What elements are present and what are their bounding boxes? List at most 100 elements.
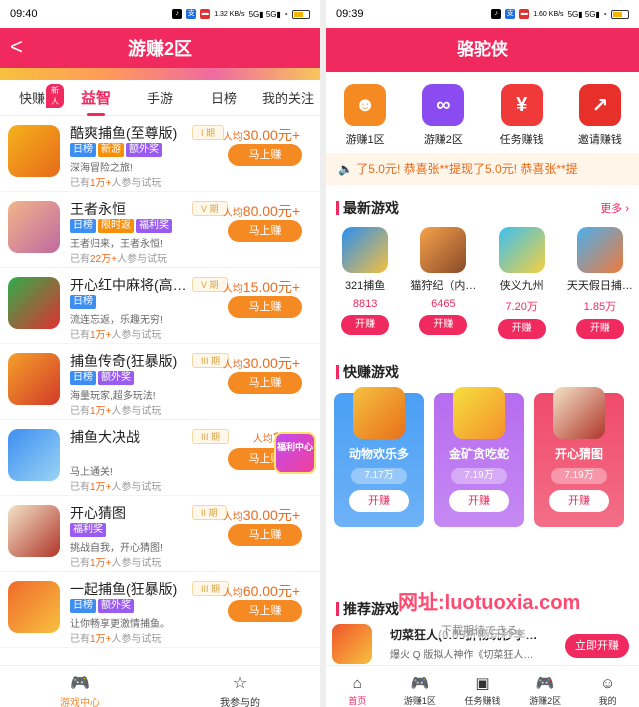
game-item[interactable]: 王者永恒 V 期 日榜 限时返 福利奖 王者归来，王者永恒! 已有22万+人参与试玩… bbox=[0, 192, 320, 268]
game-tag: 日榜 bbox=[70, 295, 96, 309]
game-icon bbox=[8, 201, 60, 253]
game-tag: 新游 bbox=[98, 143, 124, 157]
earn-now-button[interactable]: 马上赚 bbox=[228, 600, 302, 622]
count-prefix: 已有 bbox=[70, 178, 90, 189]
game-icon bbox=[353, 387, 405, 439]
quick-entry[interactable]: ¥ 任务赚钱 bbox=[492, 84, 552, 147]
count-prefix: 已有 bbox=[70, 330, 90, 341]
avg-prefix: 人均 bbox=[222, 512, 243, 523]
participant-count: 已有22万+人参与试玩 bbox=[70, 250, 167, 265]
notice-text: 了5.0元! 恭喜张**提现了5.0元! 恭喜张**提 bbox=[356, 162, 578, 176]
status-time: 09:39 bbox=[336, 8, 364, 20]
participant-count: 已有1万+人参与试玩 bbox=[70, 478, 161, 493]
game-tags: 福利奖 bbox=[70, 523, 106, 537]
game-desc: 流连忘返，乐趣无穷! bbox=[70, 315, 163, 326]
start-earn-button[interactable]: 开赚 bbox=[341, 315, 390, 335]
nav-icon: ▣ bbox=[475, 675, 490, 692]
entry-label: 游赚2区 bbox=[423, 134, 463, 146]
game-item[interactable]: 一起捕鱼(狂暴版) III 期 日榜 额外奖 让你畅享更激情捕鱼。 已有1万+人参… bbox=[0, 572, 320, 648]
latest-game[interactable]: 侠义九州 7.20万 开赚 bbox=[487, 227, 557, 339]
star-icon: ☆ bbox=[232, 675, 248, 692]
count-value: 1万+ bbox=[90, 482, 112, 493]
game-item[interactable]: 捕鱼大决战 III 期 马上通关! 已有1万+人参与试玩 人均20.0 马上赚 bbox=[0, 420, 320, 496]
earn-now-button[interactable]: 马上赚 bbox=[228, 144, 302, 166]
quick-entry[interactable]: ↗ 邀请赚钱 bbox=[570, 84, 630, 147]
earn-now-button[interactable]: 马上赚 bbox=[228, 372, 302, 394]
latest-game[interactable]: 猫狩纪（内… 6465 开赚 bbox=[408, 227, 478, 339]
tab-kuaizhuan[interactable]: 快赚 新人 bbox=[0, 84, 64, 108]
entry-icon: ∞ bbox=[422, 84, 465, 126]
game-desc: 爆火 Q 版拟人神作《切菜狂人… bbox=[390, 650, 534, 661]
game-item[interactable]: 捕鱼传奇(狂暴版) III 期 日榜 额外奖 海量玩家,超多玩法! 已有1万+人参… bbox=[0, 344, 320, 420]
earn-now-button[interactable]: 马上赚 bbox=[228, 524, 302, 546]
tab-ribang[interactable]: 日榜 bbox=[192, 88, 256, 107]
nav-my-participation[interactable]: ☆ 我参与的 bbox=[160, 666, 320, 707]
participant-count: 已有1万+人参与试玩 bbox=[70, 402, 161, 417]
tab-my-follow[interactable]: 我的关注 bbox=[256, 88, 320, 107]
game-list: 酷爽捕鱼(至尊版) I 期 日榜 新游 额外奖 深海冒险之旅! 已有1万+人参与试玩… bbox=[0, 116, 320, 648]
start-earn-button[interactable]: 开赚 bbox=[419, 315, 468, 335]
game-item[interactable]: 酷爽捕鱼(至尊版) I 期 日榜 新游 额外奖 深海冒险之旅! 已有1万+人参与试玩… bbox=[0, 116, 320, 192]
more-link[interactable]: 更多 › bbox=[600, 200, 629, 216]
app-notification-icon: ♪ bbox=[491, 9, 502, 19]
nav-label: 任务赚钱 bbox=[464, 696, 501, 706]
game-count: 7.17万 bbox=[351, 468, 407, 484]
earn-now-button[interactable]: 马上赚 bbox=[228, 296, 302, 318]
latest-game[interactable]: 321捕鱼 8813 开赚 bbox=[330, 227, 400, 339]
start-earn-button[interactable]: 立即开赚 bbox=[565, 634, 629, 658]
status-time: 09:40 bbox=[10, 8, 38, 20]
back-icon[interactable]: < bbox=[10, 34, 23, 60]
average-reward: 人均80.00元+ bbox=[223, 201, 300, 221]
game-item[interactable]: 开心猜图 II 期 福利奖 挑战自我，开心猜图! 已有1万+人参与试玩 人均30… bbox=[0, 496, 320, 572]
nav-item[interactable]: 🎮 游赚1区 bbox=[389, 666, 452, 707]
game-name: 猫狩纪（内… bbox=[410, 280, 477, 292]
start-earn-button[interactable]: 开赚 bbox=[449, 490, 509, 512]
game-tag: 日榜 bbox=[70, 371, 96, 385]
start-earn-button[interactable]: 开赚 bbox=[575, 319, 624, 339]
nav-game-center[interactable]: 🎮 游戏中心 bbox=[0, 666, 160, 707]
game-name: 捕鱼传奇(狂暴版) bbox=[70, 353, 178, 369]
welfare-center-button[interactable]: 福利中心 bbox=[274, 432, 316, 474]
latest-game[interactable]: 天天假日捕… 1.85万 开赚 bbox=[565, 227, 635, 339]
watermark: 网址:luotuoxia.com bbox=[398, 592, 581, 614]
quick-entry[interactable]: ☻ 游赚1区 bbox=[335, 84, 395, 147]
nav-icon: 🎮 bbox=[410, 675, 430, 692]
count-prefix: 已有 bbox=[70, 254, 90, 265]
game-count: 7.19万 bbox=[551, 468, 607, 484]
app-notification-icon: 支 bbox=[505, 9, 516, 19]
start-earn-button[interactable]: 开赚 bbox=[549, 490, 609, 512]
welfare-center-label: 福利中心 bbox=[276, 442, 313, 452]
category-tabs: 快赚 新人 益智 手游 日榜 我的关注 bbox=[0, 80, 320, 116]
avg-prefix: 人均 bbox=[222, 284, 243, 295]
nav-item[interactable]: 🎮 游赚2区 bbox=[514, 666, 577, 707]
nav-item[interactable]: ☺ 我的 bbox=[576, 666, 639, 707]
avg-value: 80.00元+ bbox=[242, 203, 300, 219]
game-tags: 日榜 限时返 福利奖 bbox=[70, 219, 172, 233]
nav-icon: ⌂ bbox=[352, 675, 362, 692]
tab-yizhi[interactable]: 益智 bbox=[64, 87, 128, 116]
quick-game-card[interactable]: 开心猜图 7.19万 开赚 bbox=[534, 387, 624, 527]
average-reward: 人均30.00元+ bbox=[223, 125, 300, 145]
game-name: 321捕鱼 bbox=[344, 280, 386, 292]
start-earn-button[interactable]: 开赚 bbox=[349, 490, 409, 512]
game-desc: 让你畅享更激情捕鱼。 bbox=[70, 619, 170, 630]
start-earn-button[interactable]: 开赚 bbox=[497, 319, 546, 339]
signal-icon: 5G▮ 5G▮ ◔ bbox=[248, 9, 288, 19]
quick-entry[interactable]: ∞ 游赚2区 bbox=[413, 84, 473, 147]
quick-entry-grid: ☻ 游赚1区 ∞ 游赚2区 ¥ 任务赚钱 ↗ 邀请赚钱 bbox=[326, 72, 639, 153]
page-title: 游赚2区 bbox=[127, 39, 192, 59]
quick-game-card[interactable]: 动物欢乐多 7.17万 开赚 bbox=[334, 387, 424, 527]
game-stat: 8813 bbox=[352, 298, 378, 310]
entry-icon: ☻ bbox=[344, 84, 387, 126]
count-suffix: 人参与试玩 bbox=[111, 558, 162, 569]
nav-label: 游赚1区 bbox=[403, 696, 436, 706]
game-item[interactable]: 开心红中麻将(高… V 期 日榜 流连忘返，乐趣无穷! 已有1万+人参与试玩 人… bbox=[0, 268, 320, 344]
nav-item[interactable]: ▣ 任务赚钱 bbox=[451, 666, 514, 707]
game-name: 一起捕鱼(狂暴版) bbox=[70, 581, 178, 597]
quick-game-card[interactable]: 金矿贪吃蛇 7.19万 开赚 bbox=[434, 387, 524, 527]
count-suffix: 人参与试玩 bbox=[111, 634, 162, 645]
nav-item[interactable]: ⌂ 首页 bbox=[326, 666, 389, 707]
tab-shouyou[interactable]: 手游 bbox=[128, 88, 192, 107]
earn-now-button[interactable]: 马上赚 bbox=[228, 220, 302, 242]
participant-count: 已有1万+人参与试玩 bbox=[70, 174, 161, 189]
